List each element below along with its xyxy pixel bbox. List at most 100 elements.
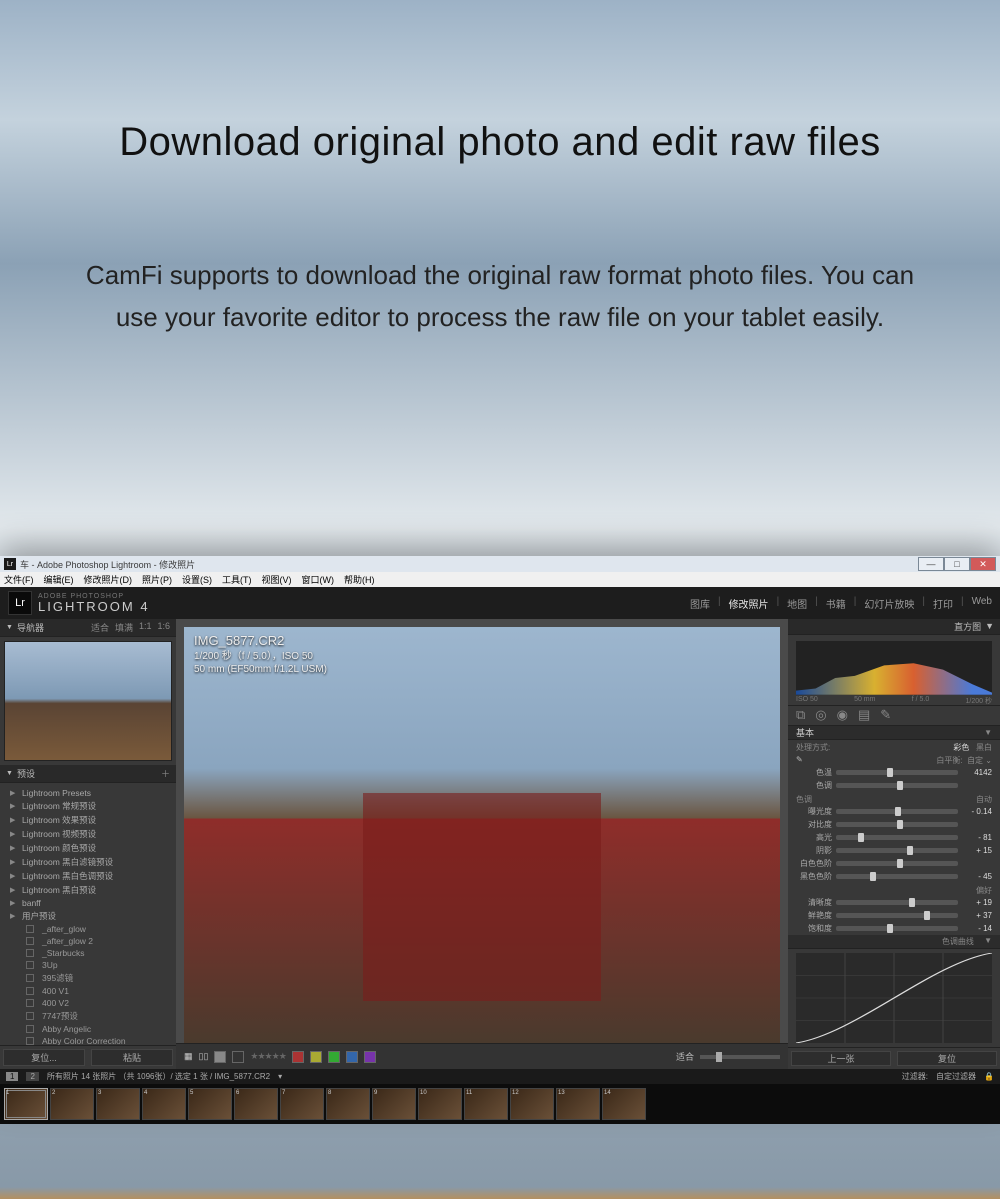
- slider-白色色阶[interactable]: 白色色阶: [788, 857, 1000, 870]
- wb-value[interactable]: 自定: [967, 756, 983, 765]
- module-tab[interactable]: 修改照片: [729, 596, 769, 611]
- maximize-button[interactable]: □: [944, 557, 970, 571]
- preset-folder[interactable]: ▶Lightroom 黑白滤镜预设: [6, 855, 170, 869]
- module-tab[interactable]: 地图: [787, 596, 807, 611]
- reset-button[interactable]: 复位...: [3, 1049, 85, 1066]
- menu-item[interactable]: 窗口(W): [302, 573, 335, 586]
- crop-icon[interactable]: ⧉: [796, 707, 805, 723]
- preset-item[interactable]: 395滤镜: [6, 971, 170, 985]
- navigator-thumbnail[interactable]: [0, 637, 176, 765]
- navigator-zoom[interactable]: 适合填满 1:1 1:6: [91, 621, 170, 634]
- slider-曝光度[interactable]: 曝光度- 0.14: [788, 805, 1000, 818]
- photo-canvas[interactable]: IMG_5877.CR2 1/200 秒（f / 5.0），ISO 50 50 …: [184, 627, 780, 1043]
- treatment-bw[interactable]: 黑白: [976, 743, 992, 752]
- view-secondary-icon[interactable]: 2: [26, 1072, 38, 1081]
- filmstrip-thumb[interactable]: 14: [602, 1088, 646, 1120]
- slider-饱和度[interactable]: 饱和度- 14: [788, 922, 1000, 935]
- filter-lock-icon[interactable]: 🔒: [984, 1072, 994, 1081]
- filmstrip-thumb[interactable]: 12: [510, 1088, 554, 1120]
- presets-header[interactable]: ▼ 预设 ＋: [0, 765, 176, 783]
- zoom-level[interactable]: 适合: [91, 621, 109, 634]
- preset-folder[interactable]: ▶Lightroom Presets: [6, 787, 170, 799]
- preset-folder[interactable]: ▶Lightroom 黑白色调预设: [6, 869, 170, 883]
- preset-folder[interactable]: ▶Lightroom 效果预设: [6, 813, 170, 827]
- grad-icon[interactable]: ▤: [858, 707, 870, 723]
- tone-curve-header[interactable]: 色调曲线 ▼: [788, 935, 1000, 949]
- preset-item[interactable]: 400 V2: [6, 997, 170, 1009]
- eyedropper-icon[interactable]: ✎: [796, 755, 803, 766]
- color-label-purple[interactable]: [364, 1051, 376, 1063]
- preset-folder[interactable]: ▶Lightroom 视频预设: [6, 827, 170, 841]
- loupe-view-icon[interactable]: ▦: [184, 1051, 193, 1062]
- filmstrip-thumb[interactable]: 2: [50, 1088, 94, 1120]
- slider-清晰度[interactable]: 清晰度+ 19: [788, 896, 1000, 909]
- preset-item[interactable]: 3Up: [6, 959, 170, 971]
- filmstrip-thumb[interactable]: 8: [326, 1088, 370, 1120]
- navigator-header[interactable]: ▼ 导航器 适合填满1:11:6: [0, 619, 176, 637]
- slider-高光[interactable]: 高光- 81: [788, 831, 1000, 844]
- preset-folder[interactable]: ▶Lightroom 颜色预设: [6, 841, 170, 855]
- preset-item[interactable]: Abby Angelic: [6, 1023, 170, 1035]
- preset-folder[interactable]: ▶Lightroom 黑白预设: [6, 883, 170, 897]
- preset-item[interactable]: _after_glow: [6, 923, 170, 935]
- close-button[interactable]: ✕: [970, 557, 996, 571]
- preset-item[interactable]: 400 V1: [6, 985, 170, 997]
- spot-icon[interactable]: ◎: [815, 707, 826, 723]
- flag-pick-icon[interactable]: [214, 1051, 226, 1063]
- minimize-button[interactable]: —: [918, 557, 944, 571]
- color-label-yellow[interactable]: [310, 1051, 322, 1063]
- basic-header[interactable]: 基本 ▼: [788, 726, 1000, 740]
- menu-item[interactable]: 帮助(H): [344, 573, 375, 586]
- filmstrip-thumb[interactable]: 9: [372, 1088, 416, 1120]
- star-rating[interactable]: ★★★★★: [250, 1051, 285, 1062]
- tone-curve[interactable]: [796, 953, 992, 1043]
- menu-item[interactable]: 视图(V): [262, 573, 292, 586]
- filmstrip-thumb[interactable]: 13: [556, 1088, 600, 1120]
- slider-色温[interactable]: 色温4142: [788, 766, 1000, 779]
- compare-view-icon[interactable]: ▯▯: [199, 1051, 209, 1062]
- module-tab[interactable]: 图库: [690, 596, 710, 611]
- menu-item[interactable]: 文件(F): [4, 573, 34, 586]
- preset-folder[interactable]: ▶banff: [6, 897, 170, 909]
- histogram[interactable]: ISO 5050 mmf / 5.01/200 秒: [788, 635, 1000, 705]
- color-label-red[interactable]: [292, 1051, 304, 1063]
- filmstrip-thumb[interactable]: 11: [464, 1088, 508, 1120]
- filmstrip-thumb[interactable]: 5: [188, 1088, 232, 1120]
- slider-色调[interactable]: 色调: [788, 779, 1000, 792]
- filmstrip-thumb[interactable]: 3: [96, 1088, 140, 1120]
- slider-阴影[interactable]: 阴影+ 15: [788, 844, 1000, 857]
- breadcrumb[interactable]: 所有照片 14 张照片 （共 1096张）/ 选定 1 张 / IMG_5877…: [47, 1071, 270, 1082]
- slider-黑色色阶[interactable]: 黑色色阶- 45: [788, 870, 1000, 883]
- color-label-blue[interactable]: [346, 1051, 358, 1063]
- module-tab[interactable]: 打印: [933, 596, 953, 611]
- preset-item[interactable]: Abby Color Correction: [6, 1035, 170, 1045]
- filmstrip[interactable]: 1234567891011121314: [0, 1084, 1000, 1124]
- zoom-level[interactable]: 填满: [115, 621, 133, 634]
- color-label-green[interactable]: [328, 1051, 340, 1063]
- flag-reject-icon[interactable]: [232, 1051, 244, 1063]
- zoom-level[interactable]: 1:1: [139, 621, 152, 634]
- preset-folder[interactable]: ▶用户预设: [6, 909, 170, 923]
- auto-tone[interactable]: 自动: [976, 795, 992, 804]
- module-tab[interactable]: 幻灯片放映: [864, 596, 914, 611]
- brush-icon[interactable]: ✎: [880, 707, 891, 723]
- filmstrip-thumb[interactable]: 7: [280, 1088, 324, 1120]
- prev-photo-button[interactable]: 上一张: [791, 1051, 891, 1066]
- view-grid-icon[interactable]: 1: [6, 1072, 18, 1081]
- slider-鲜艳度[interactable]: 鲜艳度+ 37: [788, 909, 1000, 922]
- zoom-slider[interactable]: [700, 1055, 780, 1059]
- treatment-color[interactable]: 彩色: [953, 743, 969, 752]
- filmstrip-thumb[interactable]: 1: [4, 1088, 48, 1120]
- menu-item[interactable]: 设置(S): [182, 573, 212, 586]
- filter-value[interactable]: 自定过滤器: [936, 1071, 976, 1082]
- menu-item[interactable]: 修改照片(D): [84, 573, 133, 586]
- filmstrip-thumb[interactable]: 10: [418, 1088, 462, 1120]
- menu-item[interactable]: 编辑(E): [44, 573, 74, 586]
- filmstrip-thumb[interactable]: 6: [234, 1088, 278, 1120]
- menu-item[interactable]: 照片(P): [142, 573, 172, 586]
- zoom-level[interactable]: 1:6: [157, 621, 170, 634]
- preset-item[interactable]: _after_glow 2: [6, 935, 170, 947]
- paste-button[interactable]: 粘贴: [91, 1049, 173, 1066]
- reset-photo-button[interactable]: 复位: [897, 1051, 997, 1066]
- filmstrip-thumb[interactable]: 4: [142, 1088, 186, 1120]
